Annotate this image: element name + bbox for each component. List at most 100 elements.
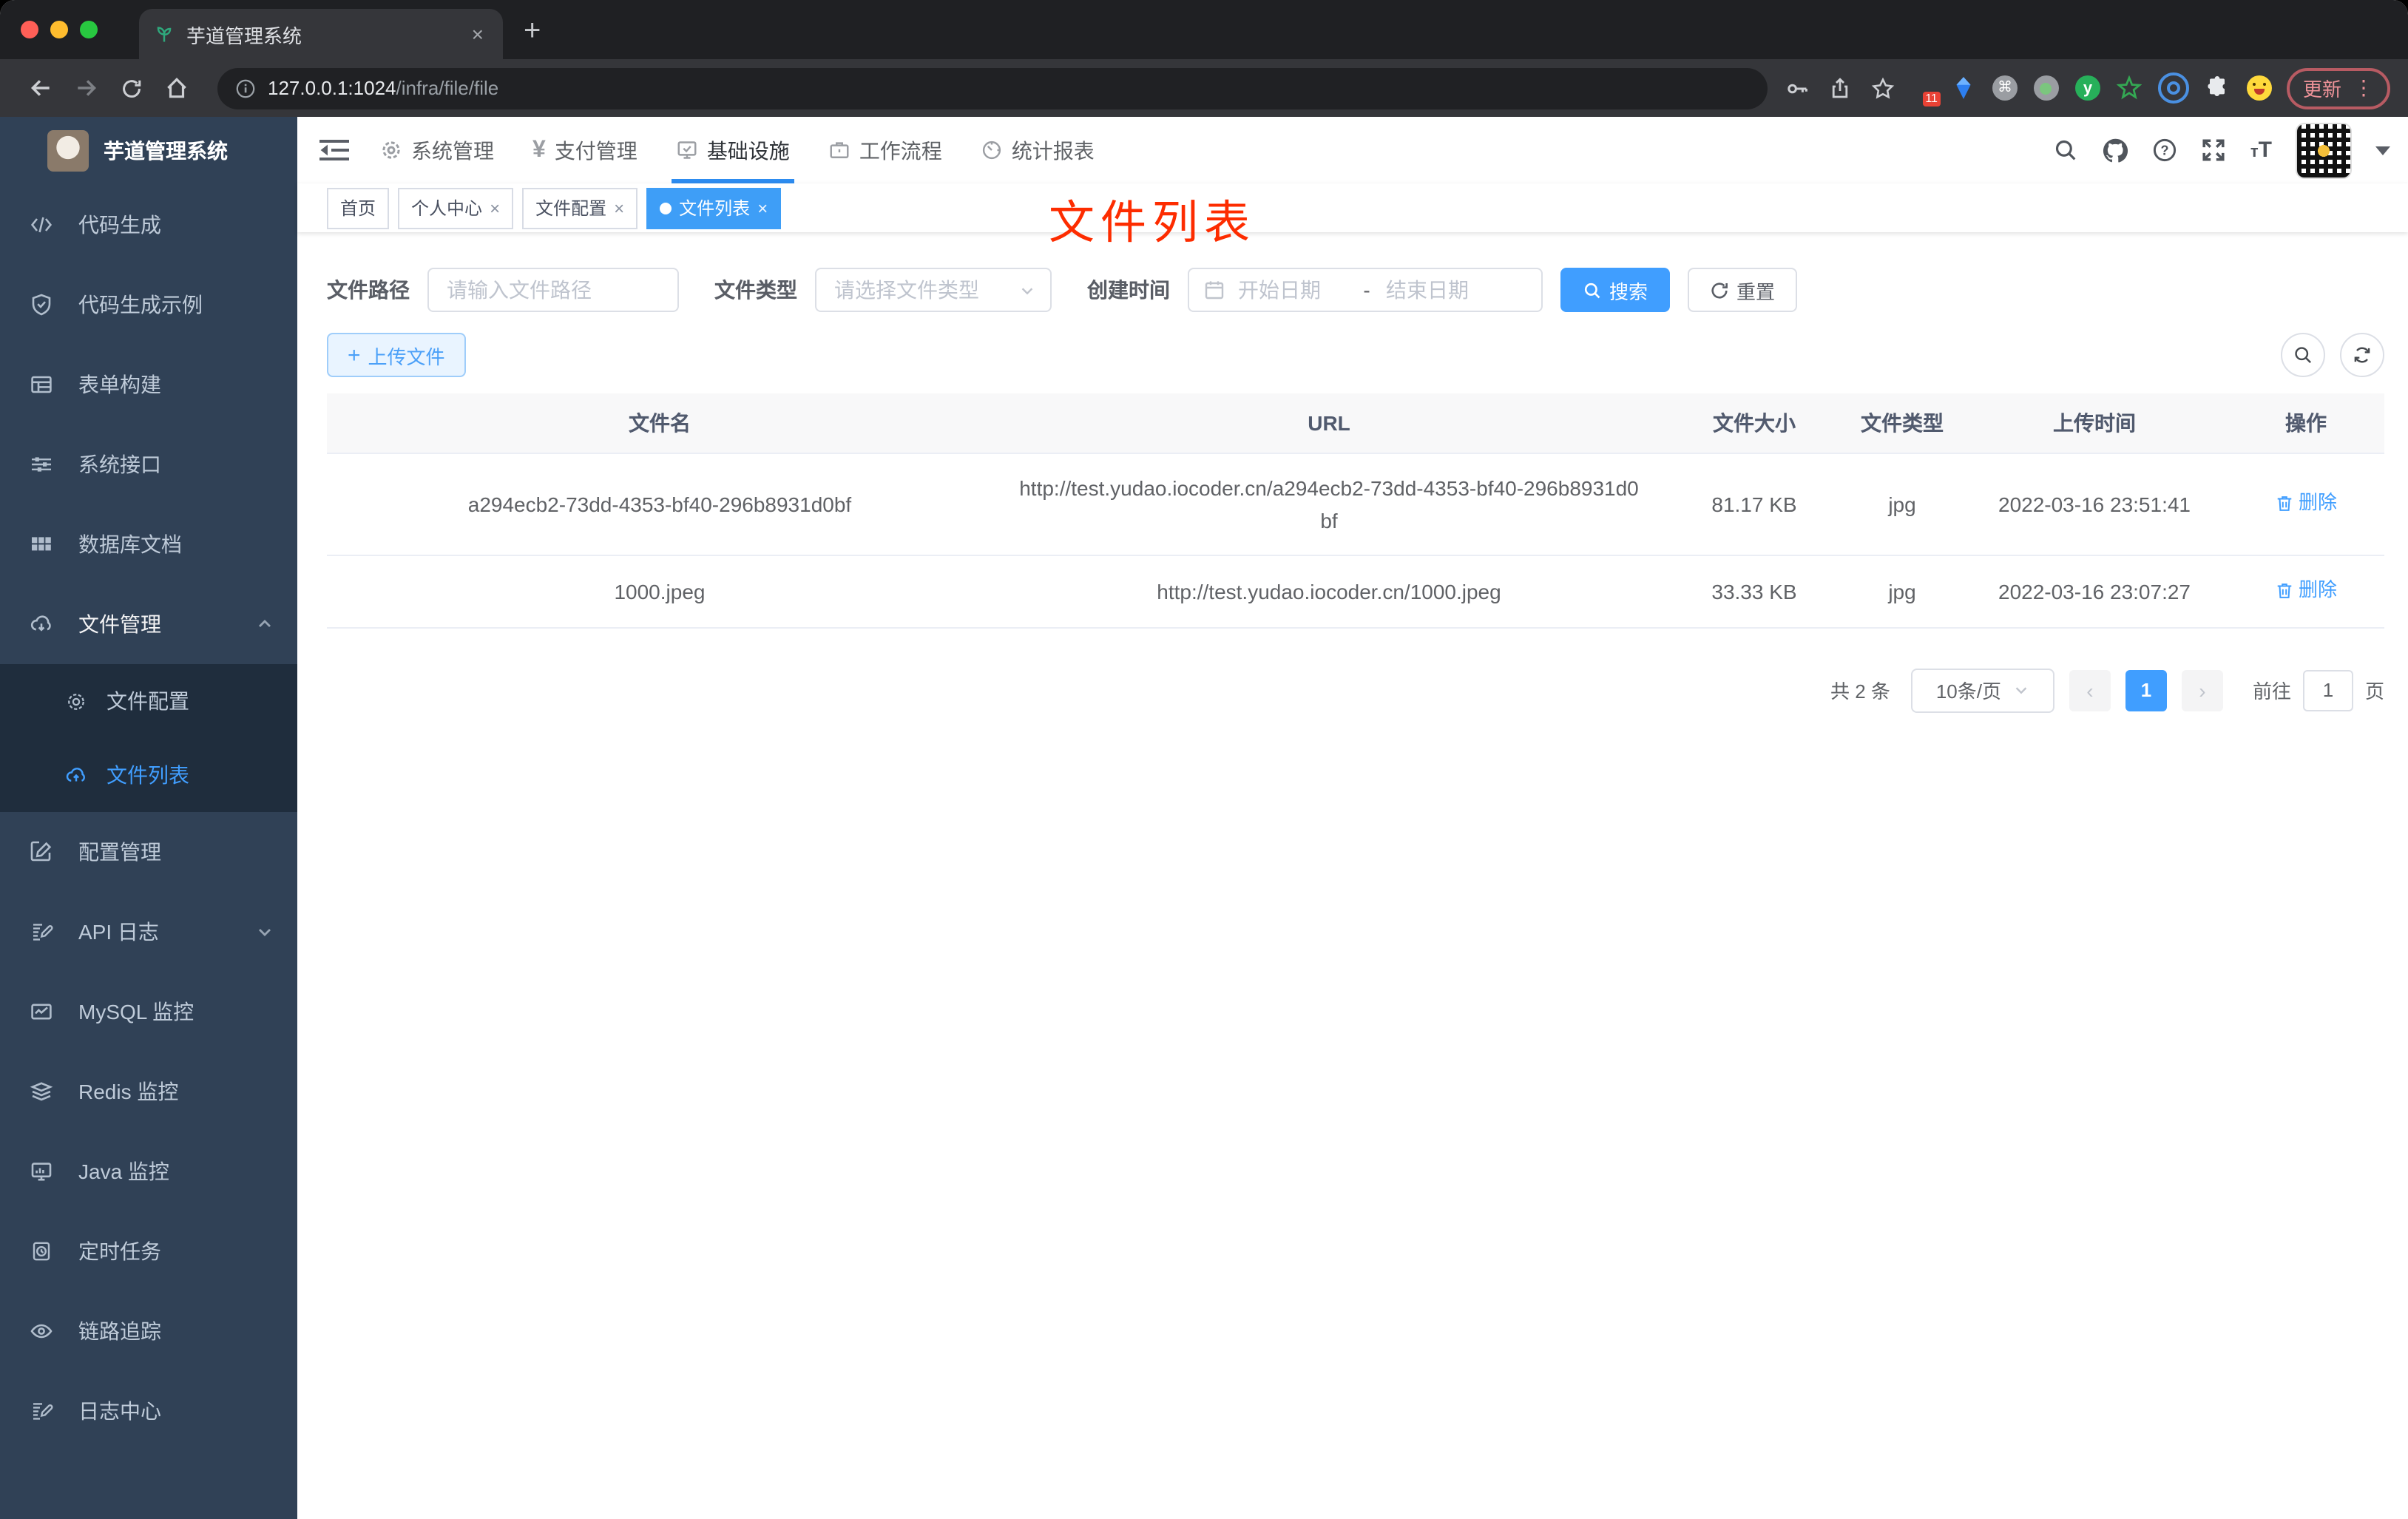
share-icon[interactable] [1828, 76, 1852, 100]
layers-icon [30, 1080, 53, 1103]
reset-button[interactable]: 重置 [1688, 268, 1798, 312]
nav-item-system-management[interactable]: 系统管理 [361, 117, 513, 183]
page-1-button[interactable]: 1 [2125, 669, 2167, 711]
upload-file-button[interactable]: + 上传文件 [327, 333, 466, 377]
page-content: 文件路径 文件类型 请选择文件类型 创建时间 开始日期 [297, 232, 2408, 1519]
minimize-window-button[interactable] [50, 21, 68, 38]
cell-file-type: jpg [1843, 555, 1961, 628]
fullscreen-icon[interactable] [2202, 138, 2227, 163]
font-size-icon[interactable]: тT [2250, 138, 2272, 163]
eye-icon [30, 1319, 53, 1343]
bookmark-star-icon[interactable] [1871, 76, 1895, 100]
close-icon[interactable]: × [757, 197, 768, 218]
sidebar-item-java-monitor[interactable]: Java 监控 [0, 1131, 297, 1211]
close-window-button[interactable] [21, 21, 38, 38]
sidebar-item-redis-monitor[interactable]: Redis 监控 [0, 1052, 297, 1131]
sidebar-item-file-list[interactable]: 文件列表 [0, 738, 297, 812]
cell-url: http://test.yudao.iocoder.cn/a294ecb2-73… [992, 453, 1665, 556]
delete-button[interactable]: 删除 [2275, 487, 2337, 520]
goto-page-input[interactable] [2302, 669, 2353, 711]
goto-label: 前往 [2252, 680, 2291, 703]
tag-file-list[interactable]: 文件列表 × [646, 187, 782, 229]
file-type-label: 文件类型 [714, 278, 797, 302]
sidebar-item-system-api[interactable]: 系统接口 [0, 424, 297, 504]
browser-tab[interactable]: 芋道管理系统 × [139, 9, 503, 59]
back-icon[interactable] [28, 75, 53, 101]
tag-view-bar: 首页 个人中心 × 文件配置 × 文件列表 × [297, 183, 2408, 232]
sidebar-item-api-log[interactable]: API 日志 [0, 892, 297, 972]
nav-item-workflow[interactable]: 工作流程 [809, 117, 961, 183]
app-title: 芋道管理系统 [104, 139, 228, 163]
github-icon[interactable] [2103, 137, 2129, 163]
prev-page-button[interactable]: ‹ [2069, 669, 2111, 711]
active-dot [660, 202, 672, 214]
window-controls[interactable] [21, 21, 98, 38]
sidebar-item-form-builder[interactable]: 表单构建 [0, 345, 297, 424]
tag-home[interactable]: 首页 [327, 187, 390, 229]
sidebar-item-scheduled-task[interactable]: 定时任务 [0, 1211, 297, 1291]
sidebar-item-log-center[interactable]: 日志中心 [0, 1371, 297, 1451]
new-tab-button[interactable]: + [524, 12, 541, 50]
doc-edit-icon [30, 920, 53, 944]
start-date-placeholder[interactable]: 开始日期 [1238, 275, 1347, 305]
address-bar[interactable]: 127.0.0.1:1024/infra/file/file [217, 67, 1768, 109]
extension-diamond-icon[interactable]: 11 [1910, 75, 1941, 106]
search-button[interactable]: 搜索 [1560, 268, 1671, 312]
table-tools [2281, 333, 2384, 377]
sidebar-item-config-management[interactable]: 配置管理 [0, 812, 297, 892]
extension-command-icon[interactable]: ⌘ [1992, 75, 2018, 101]
col-file-name: 文件名 [327, 393, 992, 454]
sidebar-item-mysql-monitor[interactable]: MySQL 监控 [0, 972, 297, 1052]
nav-item-payment-management[interactable]: ¥ 支付管理 [513, 117, 657, 183]
sidebar-item-codegen-example[interactable]: 代码生成示例 [0, 265, 297, 345]
sidebar-item-trace[interactable]: 链路追踪 [0, 1291, 297, 1371]
update-label: 更新 [2302, 78, 2341, 101]
sidebar-item-file-config[interactable]: 文件配置 [0, 664, 297, 738]
toggle-search-button[interactable] [2281, 333, 2325, 377]
browser-update-button[interactable]: 更新 ⋮ [2286, 67, 2390, 109]
extension-gem-icon[interactable] [1951, 75, 1976, 101]
dashboard-icon [981, 139, 1003, 161]
site-info-icon[interactable] [235, 78, 256, 98]
extensions-puzzle-icon[interactable] [2205, 75, 2231, 101]
file-type-select[interactable]: 请选择文件类型 [815, 268, 1052, 312]
close-icon[interactable]: × [490, 197, 500, 218]
top-navigation: 系统管理 ¥ 支付管理 基础设施 工作流程 统计报表 [361, 117, 1114, 183]
passwords-key-icon[interactable] [1785, 76, 1809, 100]
tab-close-icon[interactable]: × [467, 22, 488, 46]
next-page-button[interactable]: › [2181, 669, 2223, 711]
page-size-select[interactable]: 10条/页 [1910, 668, 2054, 712]
reload-icon[interactable] [120, 76, 143, 100]
file-path-input[interactable] [427, 268, 679, 312]
nav-item-statistics-report[interactable]: 统计报表 [961, 117, 1114, 183]
extension-camera-icon[interactable] [2033, 75, 2059, 101]
close-icon[interactable]: × [614, 197, 624, 218]
delete-button[interactable]: 删除 [2275, 574, 2337, 606]
cell-file-name: 1000.jpeg [327, 555, 992, 628]
forward-icon[interactable] [74, 75, 99, 101]
home-icon[interactable] [164, 75, 189, 101]
user-avatar-qr[interactable] [2296, 122, 2352, 178]
edit-square-icon [30, 840, 53, 864]
tag-profile[interactable]: 个人中心 × [398, 187, 514, 229]
search-icon[interactable] [2054, 138, 2079, 163]
extension-y-icon[interactable]: y [2074, 75, 2100, 101]
refresh-table-button[interactable] [2340, 333, 2384, 377]
sidebar-item-code-generation[interactable]: 代码生成 [0, 185, 297, 265]
extension-emoji-icon[interactable] [2246, 75, 2272, 101]
toolbar-actions [1785, 76, 1895, 100]
nav-item-infrastructure[interactable]: 基础设施 [657, 117, 809, 183]
avatar-caret-icon[interactable] [2375, 146, 2390, 155]
sidebar-logo[interactable]: 芋道管理系统 [0, 117, 297, 185]
sidebar-item-file-management[interactable]: 文件管理 [0, 584, 297, 664]
extension-rings-icon[interactable] [2157, 72, 2189, 104]
help-icon[interactable]: ? [2153, 138, 2178, 163]
extension-green-star-icon[interactable] [2116, 75, 2142, 101]
browser-menu-dots-icon[interactable]: ⋮ [2353, 75, 2374, 101]
end-date-placeholder[interactable]: 结束日期 [1386, 275, 1495, 305]
date-range-picker[interactable]: 开始日期 - 结束日期 [1188, 268, 1543, 312]
sidebar-collapse-icon[interactable] [319, 138, 349, 163]
sidebar-item-db-doc[interactable]: 数据库文档 [0, 504, 297, 584]
zoom-window-button[interactable] [80, 21, 98, 38]
tag-file-config[interactable]: 文件配置 × [522, 187, 638, 229]
